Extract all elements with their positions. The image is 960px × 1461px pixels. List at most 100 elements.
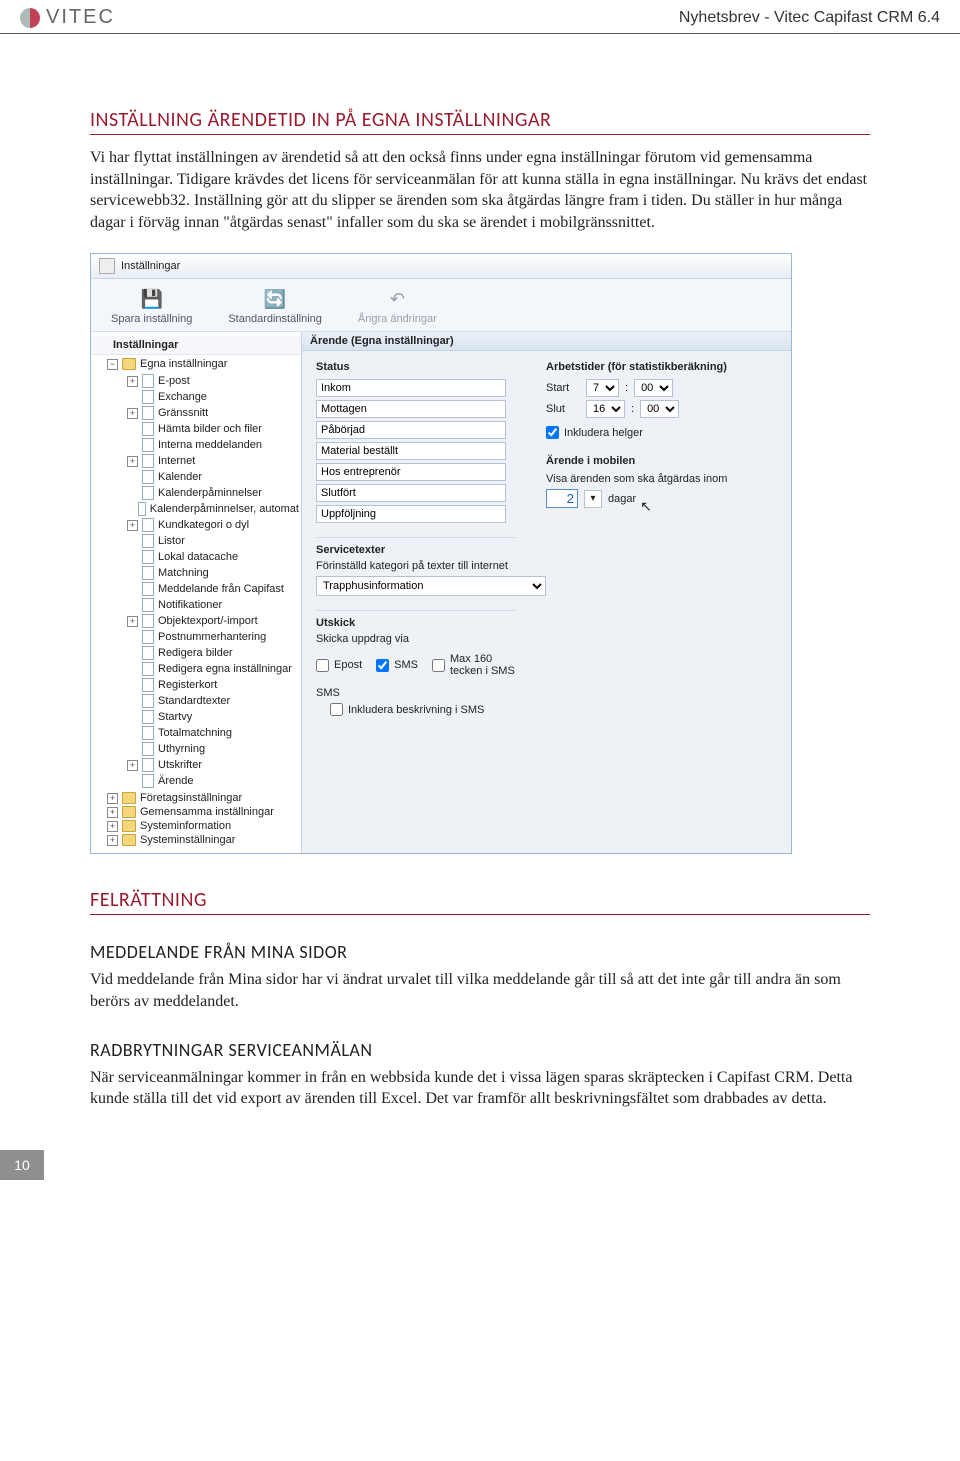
expand-icon[interactable]: + <box>127 520 138 531</box>
settings-tree[interactable]: Inställningar −Egna inställningar +E-pos… <box>91 332 302 853</box>
uts-max-checkbox[interactable]: Max 160 tecken i SMS <box>432 653 516 677</box>
tree-item[interactable]: Ärende <box>111 773 301 789</box>
tree-item[interactable]: + Gränssnitt <box>111 405 301 421</box>
uts-sms-checkbox[interactable]: SMS <box>376 659 418 672</box>
tree-item-label: Kalenderpåminnelser <box>158 487 262 499</box>
expand-icon[interactable]: + <box>127 376 138 387</box>
tree-item[interactable]: +Internet <box>111 453 301 469</box>
section-heading-settings: INSTÄLLNING ÄRENDETID IN PÅ EGNA INSTÄLL… <box>90 108 870 135</box>
status-field[interactable] <box>316 484 506 502</box>
tree-node-egna[interactable]: −Egna inställningar <box>101 357 301 371</box>
tree-item[interactable]: + Kundkategori o dyl <box>111 517 301 533</box>
include-holidays-checkbox[interactable]: Inkludera helger <box>546 426 776 439</box>
uts-epost-label: Epost <box>334 659 362 671</box>
status-field[interactable] <box>316 421 506 439</box>
tree-item-label: Standardtexter <box>158 695 230 707</box>
tree-item[interactable]: Meddelande från Capifast <box>111 581 301 597</box>
tree-item-label: Interna meddelanden <box>158 439 262 451</box>
uts-epost-checkbox[interactable]: Epost <box>316 659 362 672</box>
sub1-body: Vid meddelande från Mina sidor har vi än… <box>90 969 870 1012</box>
default-settings-button[interactable]: 🔄 Standardinställning <box>228 287 322 325</box>
status-field[interactable] <box>316 442 506 460</box>
tree-item[interactable]: Standardtexter <box>111 693 301 709</box>
expand-icon[interactable]: + <box>107 793 118 804</box>
tree-item[interactable]: Kalender <box>111 469 301 485</box>
tree-item[interactable]: Kalenderpåminnelser, automat <box>111 501 301 517</box>
sub1-title: MEDDELANDE FRÅN MINA SIDOR <box>90 941 870 963</box>
expand-icon[interactable]: + <box>107 835 118 846</box>
cursor-icon: ↖ <box>640 499 652 513</box>
tree-item[interactable]: Hämta bilder och filer <box>111 421 301 437</box>
start-hour-select[interactable]: 7 <box>586 379 619 397</box>
expand-icon[interactable]: + <box>127 760 138 771</box>
tree-node-foretag[interactable]: +Företagsinställningar <box>101 791 301 805</box>
servicetexter-title: Servicetexter <box>316 537 516 556</box>
start-min-select[interactable]: 00 <box>634 379 673 397</box>
tree-item[interactable]: Interna meddelanden <box>111 437 301 453</box>
status-field[interactable] <box>316 400 506 418</box>
tree-item[interactable]: Listor <box>111 533 301 549</box>
status-field[interactable] <box>316 505 506 523</box>
page-icon <box>142 726 154 740</box>
save-settings-button[interactable]: 💾 Spara inställning <box>111 287 192 325</box>
tree-item-label: Kundkategori o dyl <box>158 519 249 531</box>
save-label: Spara inställning <box>111 313 192 325</box>
start-label: Start <box>546 382 580 394</box>
tree-item[interactable]: Totalmatchning <box>111 725 301 741</box>
status-field[interactable] <box>316 379 506 397</box>
window-titlebar: Inställningar <box>91 254 791 279</box>
tree-item[interactable]: Startvy <box>111 709 301 725</box>
tree-item-label: Hämta bilder och filer <box>158 423 262 435</box>
folder-icon <box>122 792 136 804</box>
slut-min-select[interactable]: 00 <box>640 400 679 418</box>
page-icon <box>142 454 154 468</box>
form-panel: Ärende (Egna inställningar) Status Servi… <box>302 332 791 853</box>
mobile-days-input[interactable] <box>546 489 578 508</box>
tree-node-sysinst[interactable]: +Systeminställningar <box>101 833 301 847</box>
tree-item-label: Gränssnitt <box>158 407 208 419</box>
tree-item[interactable]: Notifikationer <box>111 597 301 613</box>
status-field[interactable] <box>316 463 506 481</box>
tree-item[interactable]: Uthyrning <box>111 741 301 757</box>
tree-item[interactable]: Redigera egna inställningar <box>111 661 301 677</box>
tree-item[interactable]: Registerkort <box>111 677 301 693</box>
slut-hour-select[interactable]: 16 <box>586 400 625 418</box>
page-icon <box>142 742 154 756</box>
sms-include-checkbox[interactable]: Inkludera beskrivning i SMS <box>330 703 516 716</box>
tree-item[interactable]: Lokal datacache <box>111 549 301 565</box>
svc-desc: Förinställd kategori på texter till inte… <box>316 560 516 572</box>
expand-icon[interactable]: + <box>127 456 138 467</box>
sms-label: SMS <box>316 687 516 699</box>
tree-item[interactable]: Kalenderpåminnelser <box>111 485 301 501</box>
settings-window: Inställningar 💾 Spara inställning 🔄 Stan… <box>90 253 792 854</box>
tree-item-label: Redigera egna inställningar <box>158 663 292 675</box>
undo-button[interactable]: ↶ Ångra ändringar <box>358 287 437 325</box>
tree-item[interactable]: Exchange <box>111 389 301 405</box>
tree-item[interactable]: Postnummerhantering <box>111 629 301 645</box>
tree-item[interactable]: Redigera bilder <box>111 645 301 661</box>
expand-icon[interactable]: + <box>127 616 138 627</box>
expand-icon[interactable]: + <box>107 807 118 818</box>
tree-item[interactable]: +Objektexport/-import <box>111 613 301 629</box>
tree-item-label: Lokal datacache <box>158 551 238 563</box>
tree-node-sysinfo[interactable]: +Systeminformation <box>101 819 301 833</box>
page-icon <box>142 390 154 404</box>
page-icon <box>142 486 154 500</box>
tree-node-gemensamma[interactable]: +Gemensamma inställningar <box>101 805 301 819</box>
tree-item-label: Kalender <box>158 471 202 483</box>
page-header: VITEC Nyhetsbrev - Vitec Capifast CRM 6.… <box>0 0 960 34</box>
tree-item[interactable]: +E-post <box>111 373 301 389</box>
expand-icon[interactable]: + <box>127 408 138 419</box>
page-icon <box>142 422 154 436</box>
expand-icon[interactable]: + <box>107 821 118 832</box>
settings-root-icon <box>97 339 109 351</box>
page-icon <box>142 518 154 532</box>
collapse-icon[interactable]: − <box>107 359 118 370</box>
tree-item[interactable]: Matchning <box>111 565 301 581</box>
tree-item[interactable]: +Utskrifter <box>111 757 301 773</box>
svc-category-select[interactable]: Trapphusinformation <box>316 576 546 596</box>
tree-root[interactable]: Inställningar <box>91 336 301 355</box>
status-title: Status <box>316 361 516 373</box>
page-number: 10 <box>0 1150 44 1180</box>
chevron-down-icon[interactable]: ▾ <box>584 490 602 508</box>
